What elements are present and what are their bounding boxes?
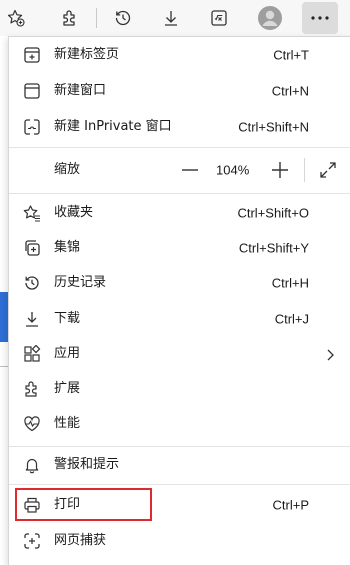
- chevron-right-icon: [323, 347, 337, 361]
- menu-item-shortcut: Ctrl+Shift+Y: [238, 240, 309, 256]
- history-icon[interactable]: [107, 2, 139, 34]
- new-tab-icon: [23, 46, 41, 64]
- zoom-in-button[interactable]: [269, 159, 291, 181]
- extensions-icon: [23, 380, 41, 398]
- menu-item-zoom: 缩放 104%: [9, 151, 350, 189]
- zoom-label: 缩放: [54, 162, 81, 177]
- browser-toolbar: [0, 0, 350, 36]
- menu-item-label: 应用: [54, 346, 81, 361]
- menu-item-label: 新建标签页: [54, 47, 120, 62]
- menu-item-shortcut: Ctrl+N: [271, 83, 309, 99]
- menu-item-label: 收藏夹: [54, 205, 94, 220]
- menu-item-label: 性能: [54, 416, 81, 431]
- new-window-icon: [23, 82, 41, 100]
- menu-item-label: 下载: [54, 311, 81, 326]
- menu-item-new-window[interactable]: 新建窗口 Ctrl+N: [9, 73, 350, 109]
- menu-item-label: 历史记录: [54, 275, 107, 290]
- print-highlight-box: [15, 488, 152, 521]
- menu-divider: [9, 484, 350, 485]
- menu-item-favorites[interactable]: 收藏夹 Ctrl+Shift+O: [9, 195, 350, 231]
- menu-item-shortcut: Ctrl+Shift+O: [237, 205, 309, 221]
- zoom-out-button[interactable]: [179, 159, 201, 181]
- fullscreen-icon[interactable]: [317, 159, 339, 181]
- history-icon: [23, 274, 41, 292]
- menu-item-extensions[interactable]: 扩展: [9, 371, 350, 407]
- inprivate-window-icon: [23, 118, 41, 136]
- menu-divider: [9, 147, 350, 148]
- apps-icon: [23, 345, 41, 363]
- menu-item-label: 新建窗口: [54, 83, 107, 98]
- favorites-add-icon[interactable]: [0, 2, 32, 34]
- background-page-line: [0, 366, 8, 367]
- toolbar-divider: [96, 8, 97, 28]
- menu-item-shortcut: Ctrl+Shift+N: [238, 119, 309, 135]
- menu-item-apps[interactable]: 应用: [9, 336, 350, 372]
- menu-item-alerts[interactable]: 警报和提示: [9, 447, 350, 483]
- menu-item-history[interactable]: 历史记录 Ctrl+H: [9, 265, 350, 301]
- profile-avatar-icon[interactable]: [254, 2, 286, 34]
- downloads-icon[interactable]: [155, 2, 187, 34]
- menu-item-shortcut: Ctrl+J: [274, 311, 309, 327]
- bell-icon: [23, 456, 41, 474]
- menu-item-label: 网页捕获: [54, 533, 107, 548]
- math-solver-icon[interactable]: [203, 2, 235, 34]
- menu-divider: [9, 193, 350, 194]
- zoom-value: 104%: [216, 162, 250, 178]
- menu-item-shortcut: Ctrl+H: [271, 275, 309, 291]
- zoom-divider: [304, 158, 305, 182]
- collections-icon: [23, 239, 41, 257]
- menu-item-label: 集锦: [54, 240, 81, 255]
- menu-item-performance[interactable]: 性能: [9, 406, 350, 442]
- menu-item-new-tab[interactable]: 新建标签页 Ctrl+T: [9, 37, 350, 73]
- performance-heart-icon: [23, 415, 41, 433]
- favorites-icon: [23, 204, 41, 222]
- more-icon[interactable]: [302, 2, 338, 34]
- menu-item-shortcut: Ctrl+T: [273, 47, 309, 63]
- menu-item-label: 警报和提示: [54, 457, 120, 472]
- menu-item-new-inprivate[interactable]: 新建 InPrivate 窗口 Ctrl+Shift+N: [9, 109, 350, 145]
- background-page-accent: [0, 292, 8, 342]
- web-capture-icon: [23, 532, 41, 550]
- menu-item-downloads[interactable]: 下载 Ctrl+J: [9, 301, 350, 337]
- menu-item-web-capture[interactable]: 网页捕获: [9, 523, 350, 559]
- menu-item-collections[interactable]: 集锦 Ctrl+Shift+Y: [9, 230, 350, 266]
- menu-item-shortcut: Ctrl+P: [272, 497, 309, 513]
- settings-menu: 新建标签页 Ctrl+T 新建窗口 Ctrl+N 新建 InPrivate 窗口…: [8, 36, 350, 565]
- extensions-icon[interactable]: [54, 2, 86, 34]
- menu-item-label: 扩展: [54, 381, 81, 396]
- downloads-icon: [23, 310, 41, 328]
- menu-item-label: 新建 InPrivate 窗口: [54, 119, 172, 134]
